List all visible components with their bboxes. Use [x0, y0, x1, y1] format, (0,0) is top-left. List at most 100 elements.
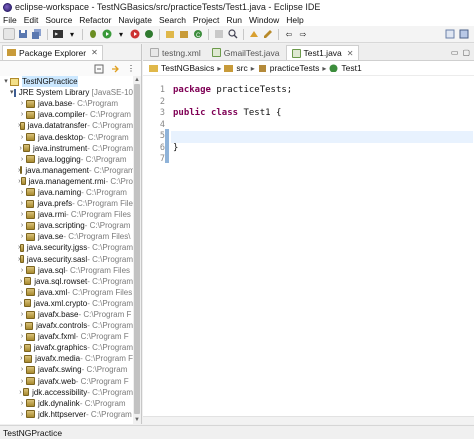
- annotation-next-icon[interactable]: [248, 28, 260, 40]
- tree-item[interactable]: › java.management.rmi - C:\Pro: [0, 176, 133, 187]
- chevron-right-icon[interactable]: ›: [18, 342, 24, 353]
- tree-item[interactable]: › java.base - C:\Program: [0, 98, 133, 109]
- save-all-icon[interactable]: [31, 28, 43, 40]
- tree-item[interactable]: › javafx.controls - C:\Program: [0, 320, 133, 331]
- tree-item[interactable]: › java.compiler - C:\Program: [0, 109, 133, 120]
- scroll-up-icon[interactable]: ▲: [133, 76, 141, 84]
- open-type-icon[interactable]: [213, 28, 225, 40]
- tree-item[interactable]: › javafx.swing - C:\Program: [0, 364, 133, 375]
- scrollbar-thumb[interactable]: [134, 84, 140, 414]
- tree-item[interactable]: › java.sql.rowset - C:\Program: [0, 276, 133, 287]
- menu-help[interactable]: Help: [286, 15, 303, 25]
- run-dropdown-icon[interactable]: ▾: [115, 28, 127, 40]
- tree-item[interactable]: › javafx.web - C:\Program F: [0, 376, 133, 387]
- terminal-icon[interactable]: [52, 28, 64, 40]
- package-explorer-tab[interactable]: Package Explorer ✕: [2, 44, 103, 60]
- chevron-right-icon[interactable]: ›: [18, 320, 25, 331]
- tree-item[interactable]: › java.prefs - C:\Program File: [0, 198, 133, 209]
- tab-gmailtest-java[interactable]: GmailTest.java: [207, 45, 285, 60]
- tree-item[interactable]: › java.management - C:\Program: [0, 165, 133, 176]
- code-editor[interactable]: 1 2 3 4 5 6 7 package practiceTests; pub…: [143, 77, 474, 424]
- open-perspective-icon[interactable]: [444, 28, 456, 40]
- new-package-icon[interactable]: [178, 28, 190, 40]
- tree-item[interactable]: › java.se - C:\Program Files\: [0, 231, 133, 242]
- tree-item[interactable]: › java.xml.crypto - C:\Program: [0, 298, 133, 309]
- chevron-right-icon[interactable]: ›: [18, 309, 26, 320]
- menu-refactor[interactable]: Refactor: [79, 15, 111, 25]
- maximize-icon[interactable]: ▢: [462, 48, 470, 57]
- chevron-right-icon[interactable]: ›: [18, 220, 26, 231]
- edit-pen-icon[interactable]: [262, 28, 274, 40]
- tree-item[interactable]: › java.security.sasl - C:\Program: [0, 254, 133, 265]
- tree-item[interactable]: › jdk.httpserver - C:\Program: [0, 409, 133, 420]
- tree-item[interactable]: › java.sql - C:\Program Files: [0, 265, 133, 276]
- tab-test1-java[interactable]: Test1.java ✕: [285, 45, 360, 60]
- new-class-icon[interactable]: C: [192, 28, 204, 40]
- chevron-right-icon[interactable]: ›: [18, 209, 26, 220]
- close-icon[interactable]: ✕: [347, 49, 354, 58]
- chevron-right-icon[interactable]: ›: [18, 376, 26, 387]
- back-icon[interactable]: ⇦: [283, 28, 295, 40]
- forward-icon[interactable]: ⇨: [297, 28, 309, 40]
- tree-item[interactable]: › javafx.graphics - C:\Program: [0, 342, 133, 353]
- chevron-right-icon[interactable]: ›: [18, 331, 26, 342]
- run-icon[interactable]: [101, 28, 113, 40]
- menu-edit[interactable]: Edit: [24, 15, 39, 25]
- tree-project-row[interactable]: ▾ TestNGPractice: [0, 76, 133, 88]
- breadcrumb-project[interactable]: TestNGBasics: [161, 63, 214, 73]
- tree-item[interactable]: › javafx.fxml - C:\Program F: [0, 331, 133, 342]
- coverage-icon[interactable]: [129, 28, 141, 40]
- chevron-right-icon[interactable]: ›: [18, 364, 26, 375]
- code-text[interactable]: package practiceTests; public class Test…: [171, 85, 473, 166]
- tree-item[interactable]: › javafx.base - C:\Program F: [0, 309, 133, 320]
- chevron-right-icon[interactable]: ›: [18, 109, 26, 120]
- tree-item[interactable]: › java.security.jgss - C:\Program: [0, 242, 133, 253]
- minimize-icon[interactable]: ▭: [451, 48, 459, 57]
- tree-item[interactable]: › java.naming - C:\Program: [0, 187, 133, 198]
- chevron-right-icon[interactable]: ›: [18, 287, 26, 298]
- menu-source[interactable]: Source: [45, 15, 72, 25]
- menu-file[interactable]: File: [3, 15, 17, 25]
- chevron-right-icon[interactable]: ›: [18, 398, 26, 409]
- menu-search[interactable]: Search: [159, 15, 186, 25]
- tree-item[interactable]: › java.instrument - C:\Program: [0, 143, 133, 154]
- chevron-right-icon[interactable]: ›: [18, 265, 26, 276]
- collapse-all-icon[interactable]: [93, 63, 105, 75]
- breadcrumb-package[interactable]: practiceTests: [270, 63, 320, 73]
- tree-item[interactable]: › java.scripting - C:\Program: [0, 220, 133, 231]
- java-perspective-icon[interactable]: [458, 28, 470, 40]
- tree-item[interactable]: › javafx.media - C:\Program F: [0, 353, 133, 364]
- package-explorer-scrollbar[interactable]: ▲ ▼: [133, 76, 141, 424]
- scroll-down-icon[interactable]: ▼: [133, 416, 141, 424]
- breadcrumb-class[interactable]: Test1: [341, 63, 361, 73]
- chevron-right-icon[interactable]: ›: [18, 198, 26, 209]
- tree-item[interactable]: › jdk.dynalink - C:\Program: [0, 398, 133, 409]
- chevron-right-icon[interactable]: ›: [18, 231, 26, 242]
- new-java-project-icon[interactable]: [164, 28, 176, 40]
- tree-item[interactable]: › java.datatransfer - C:\Program: [0, 120, 133, 131]
- menu-navigate[interactable]: Navigate: [118, 15, 152, 25]
- search-icon[interactable]: [227, 28, 239, 40]
- chevron-right-icon[interactable]: ›: [18, 298, 24, 309]
- chevron-right-icon[interactable]: ›: [18, 154, 26, 165]
- tree-item[interactable]: › java.rmi - C:\Program Files: [0, 209, 133, 220]
- breadcrumb-src[interactable]: src: [236, 63, 247, 73]
- menu-run[interactable]: Run: [226, 15, 242, 25]
- tree-item[interactable]: › jdk.accessibility - C:\Program: [0, 387, 133, 398]
- new-icon[interactable]: [3, 28, 15, 40]
- tab-testng-xml[interactable]: testng.xml: [145, 45, 206, 60]
- view-menu-icon[interactable]: ⋮: [125, 63, 137, 75]
- link-with-editor-icon[interactable]: [109, 63, 121, 75]
- chevron-down-icon[interactable]: ▾: [66, 28, 78, 40]
- chevron-right-icon[interactable]: ›: [18, 132, 26, 143]
- tree-item[interactable]: › java.xml - C:\Program Files: [0, 287, 133, 298]
- chevron-down-icon[interactable]: ▾: [2, 76, 10, 87]
- external-tools-icon[interactable]: [143, 28, 155, 40]
- tree-library-row[interactable]: ▾ JRE System Library [JavaSE-10: [0, 87, 133, 98]
- tree-item[interactable]: › java.logging - C:\Program: [0, 154, 133, 165]
- editor-horizontal-scrollbar[interactable]: [143, 416, 474, 424]
- tree-item[interactable]: › java.desktop - C:\Program: [0, 131, 133, 142]
- save-icon[interactable]: [17, 28, 29, 40]
- debug-icon[interactable]: [87, 28, 99, 40]
- chevron-right-icon[interactable]: ›: [18, 187, 26, 198]
